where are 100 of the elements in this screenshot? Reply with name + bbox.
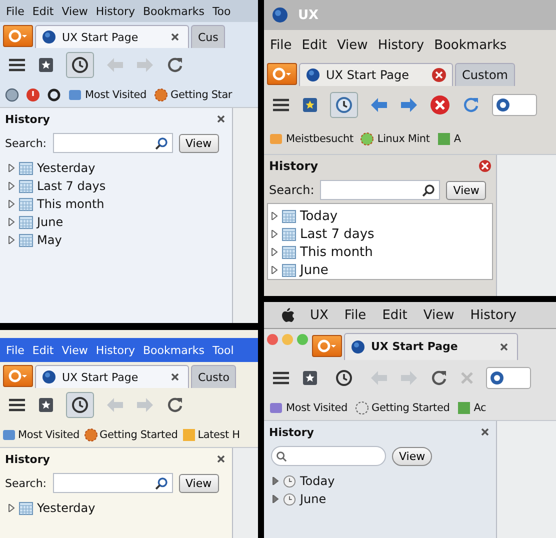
bookmark-item[interactable]: Ac [456, 400, 486, 414]
view-button[interactable]: View [178, 134, 219, 152]
reload-icon[interactable] [462, 96, 480, 114]
date-group-item[interactable]: June [37, 215, 64, 229]
menu-icon[interactable] [272, 98, 290, 112]
menu-icon[interactable] [8, 398, 26, 412]
date-group-item[interactable]: Last 7 days [37, 179, 106, 193]
date-group-item[interactable]: Last 7 days [300, 226, 374, 242]
close-window-button[interactable] [267, 334, 278, 345]
bookmark-item[interactable]: Latest H [182, 428, 240, 442]
browser-tab[interactable]: UX Start Page [299, 63, 453, 86]
bookmarks-icon[interactable] [302, 370, 318, 386]
menu-item[interactable]: History [378, 38, 424, 52]
bookmark-item[interactable]: Linux Mint [360, 132, 430, 146]
expander-icon[interactable] [270, 248, 278, 256]
view-button[interactable]: View [178, 474, 219, 492]
menu-item[interactable]: File [270, 38, 292, 52]
reload-icon[interactable] [430, 369, 448, 387]
expander-icon[interactable] [270, 230, 278, 238]
bookmarks-icon[interactable] [38, 397, 54, 413]
expander-icon[interactable] [7, 504, 15, 512]
search-field[interactable] [52, 473, 172, 493]
expander-icon[interactable] [271, 495, 279, 503]
menu-item[interactable]: History [470, 308, 516, 322]
menu-item[interactable]: File [344, 308, 366, 322]
ring-icon[interactable] [47, 88, 61, 102]
date-group-item[interactable]: June [300, 492, 326, 506]
menu-item[interactable]: View [62, 4, 88, 18]
bookmark-item[interactable]: Getting Started [84, 428, 178, 442]
bookmark-item[interactable]: Getting Started [354, 400, 450, 414]
menu-icon[interactable] [8, 58, 26, 72]
view-button[interactable]: View [446, 180, 486, 200]
history-button[interactable] [66, 392, 94, 418]
bookmark-item[interactable]: Most Visited [2, 428, 80, 442]
close-icon[interactable] [215, 453, 227, 465]
bookmark-item[interactable]: Most Visited [68, 88, 147, 102]
expander-icon[interactable] [7, 182, 15, 190]
date-group-item[interactable]: This month [37, 197, 104, 211]
menu-item[interactable]: Bookmarks [142, 4, 204, 18]
forward-icon[interactable] [400, 97, 418, 113]
bookmark-item[interactable]: A [436, 132, 461, 146]
address-bar[interactable] [486, 367, 531, 389]
close-icon[interactable] [215, 113, 227, 125]
expander-icon[interactable] [270, 212, 278, 220]
menu-item[interactable]: UX [310, 308, 328, 322]
firefox-menu-button[interactable] [312, 334, 342, 356]
menu-item[interactable]: History [96, 344, 135, 356]
menu-item[interactable]: History [96, 4, 135, 18]
search-field[interactable] [271, 446, 386, 466]
date-group-item[interactable]: May [37, 233, 62, 247]
browser-tab[interactable]: Custo [191, 365, 236, 388]
close-icon[interactable] [479, 426, 491, 438]
expander-icon[interactable] [7, 200, 15, 208]
expander-icon[interactable] [7, 218, 15, 226]
bookmarks-icon[interactable] [38, 57, 54, 73]
search-field[interactable] [52, 133, 172, 153]
date-group-item[interactable]: June [300, 262, 328, 278]
bookmark-item[interactable]: Getting Star [154, 88, 232, 102]
close-icon[interactable] [479, 160, 491, 172]
reload-icon[interactable] [166, 396, 184, 414]
date-group-item[interactable]: Yesterday [37, 161, 96, 175]
address-bar[interactable] [492, 94, 537, 116]
browser-tab[interactable]: Cus [191, 25, 226, 48]
search-field[interactable] [320, 180, 440, 200]
menu-item[interactable]: View [423, 308, 454, 322]
menu-item[interactable]: Bookmarks [142, 344, 204, 356]
menu-item[interactable]: Tool [212, 344, 234, 356]
close-icon[interactable] [432, 68, 446, 82]
history-button[interactable] [66, 52, 94, 78]
alert-icon[interactable] [26, 88, 40, 102]
reload-icon[interactable] [166, 56, 184, 74]
browser-tab[interactable]: UX Start Page [35, 365, 189, 388]
menu-item[interactable]: File [6, 344, 24, 356]
back-icon[interactable] [370, 97, 388, 113]
browser-tab[interactable]: Custom [455, 63, 515, 86]
stop-icon[interactable] [430, 95, 450, 115]
browser-tab[interactable]: UX Start Page [35, 25, 189, 48]
view-button[interactable]: View [392, 446, 432, 466]
bookmark-item[interactable]: Meistbesucht [269, 132, 354, 146]
firefox-menu-button[interactable] [267, 63, 297, 85]
menu-item[interactable]: Edit [302, 38, 327, 52]
menu-item[interactable]: File [6, 4, 24, 18]
expander-icon[interactable] [7, 164, 15, 172]
menu-item[interactable]: View [62, 344, 88, 356]
history-button[interactable] [330, 92, 358, 118]
apple-icon[interactable] [282, 308, 294, 322]
firefox-menu-button[interactable] [3, 25, 33, 47]
date-group-item[interactable]: Yesterday [37, 501, 96, 515]
menu-item[interactable]: Bookmarks [434, 38, 507, 52]
date-group-item[interactable]: Today [300, 474, 335, 488]
bookmarks-icon[interactable] [302, 97, 318, 113]
expander-icon[interactable] [271, 477, 279, 485]
bookmark-item[interactable]: Most Visited [269, 400, 348, 414]
menu-item[interactable]: Too [212, 4, 231, 18]
menu-item[interactable]: Edit [32, 344, 54, 356]
date-group-item[interactable]: This month [300, 244, 373, 260]
date-group-item[interactable]: Today [300, 208, 338, 224]
expander-icon[interactable] [7, 236, 15, 244]
expander-icon[interactable] [270, 266, 278, 274]
menu-item[interactable]: Edit [32, 4, 54, 18]
